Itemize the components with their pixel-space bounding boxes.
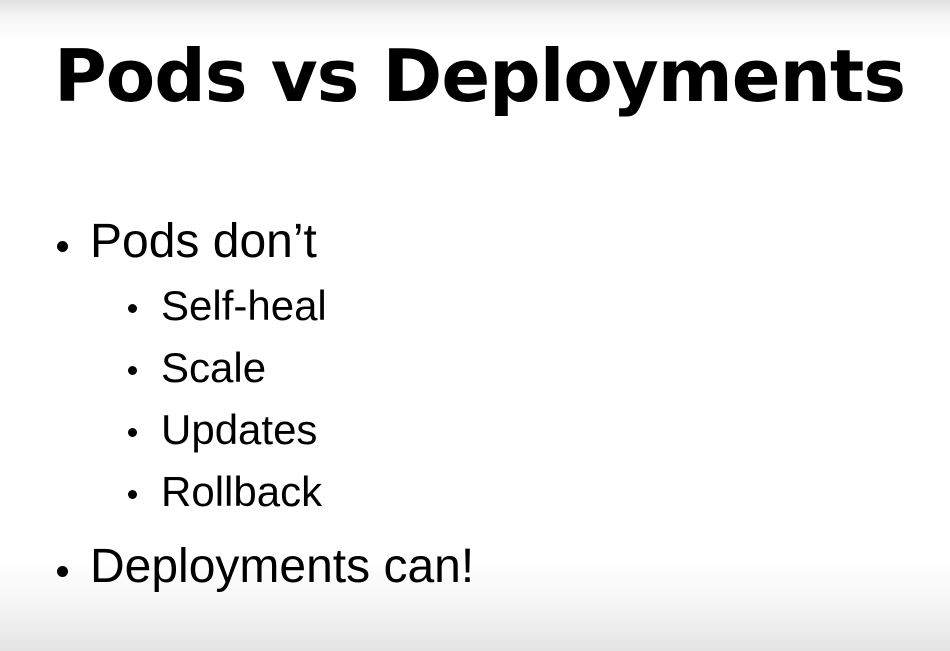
bullet-dot-icon xyxy=(57,566,68,577)
sub-bullet-item: Scale xyxy=(128,343,267,393)
bullet-text: Pods don’t xyxy=(90,215,317,268)
sub-bullet-item: Updates xyxy=(128,405,318,455)
bullet-text: Deployments can! xyxy=(90,540,475,593)
sub-bullet-item: Self-heal xyxy=(128,281,327,331)
sub-bullet-text: Updates xyxy=(161,406,318,453)
slide: Pods vs Deployments Pods don’t Self-heal… xyxy=(0,0,950,651)
slide-title: Pods vs Deployments xyxy=(54,34,906,118)
sub-bullet-text: Self-heal xyxy=(161,282,327,329)
bullet-dot-icon xyxy=(128,428,137,437)
sub-bullet-item: Rollback xyxy=(128,467,323,517)
bullet-dot-icon xyxy=(128,366,137,375)
bullet-item: Pods don’t xyxy=(57,214,317,270)
bullet-item: Deployments can! xyxy=(57,539,475,595)
sub-bullet-text: Rollback xyxy=(161,468,323,515)
bullet-dot-icon xyxy=(128,490,137,499)
bullet-dot-icon xyxy=(57,241,68,252)
bullet-dot-icon xyxy=(128,304,137,313)
sub-bullet-text: Scale xyxy=(161,344,267,391)
